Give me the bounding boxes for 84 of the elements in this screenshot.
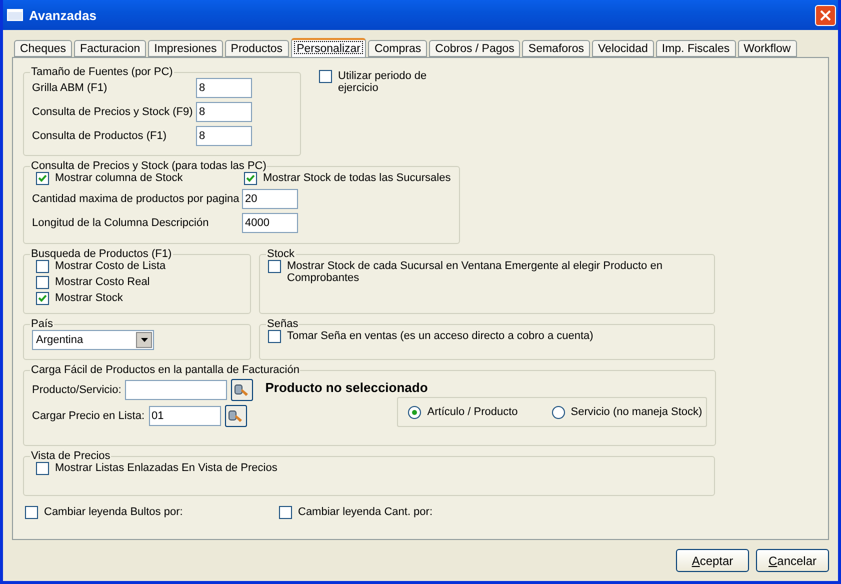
caret-icon	[140, 338, 148, 342]
search-icon	[228, 409, 244, 423]
field-label: Longitud de la Columna Descripción	[32, 217, 210, 229]
checkbox[interactable]: Cambiar leyenda Bultos por:	[25, 506, 279, 519]
checkbox-box[interactable]	[36, 292, 49, 305]
tab[interactable]: Semaforos	[522, 40, 590, 57]
input-field[interactable]: 01	[148, 406, 220, 426]
status-text: Producto no seleccionado	[265, 380, 429, 395]
checkbox-label: Mostrar Costo Real	[55, 276, 150, 288]
checkbox-box[interactable]	[268, 330, 281, 343]
checkbox[interactable]: Tomar Seña en ventas (es un acceso directo a cobro a cuenta)	[268, 330, 706, 343]
field-label: Grilla ABM (F1)	[32, 82, 108, 94]
radio-button[interactable]	[552, 406, 565, 418]
checkbox-label: Cambiar leyenda Cant. por:	[298, 506, 433, 518]
dropdown-button[interactable]	[136, 332, 152, 348]
checkbox-label: Mostrar Listas Enlazadas En Vista de Precios	[55, 462, 278, 474]
checkbox[interactable]: Mostrar columna de Stock	[36, 172, 244, 185]
window-icon	[7, 9, 23, 21]
radio-label: Artículo / Producto	[427, 406, 518, 418]
group-title: Vista de Precios	[30, 450, 112, 462]
checkbox-box[interactable]	[25, 506, 38, 519]
checkbox-box[interactable]	[36, 276, 49, 289]
group-title: Señas	[266, 318, 300, 330]
group-title: Tamaño de Fuentes (por PC)	[30, 66, 174, 78]
group-title: Carga Fácil de Productos en la pantalla de Facturación	[30, 364, 300, 376]
input-field[interactable]: 8	[196, 102, 252, 122]
close-icon	[820, 10, 831, 20]
checkbox-label: Cambiar leyenda Bultos por:	[44, 506, 183, 518]
field-label: Cargar Precio en Lista:	[32, 410, 144, 422]
tab[interactable]: Compras	[368, 40, 428, 57]
checkbox-label: Mostrar Stock	[55, 292, 123, 304]
tab[interactable]: Facturacion	[74, 40, 146, 57]
field-label: Producto/Servicio:	[32, 384, 122, 396]
tab[interactable]: Cobros / Pagos	[429, 40, 520, 57]
checkbox-box[interactable]	[268, 260, 281, 273]
tab[interactable]: Personalizar	[290, 38, 366, 57]
checkbox[interactable]: Mostrar Costo Real	[36, 276, 242, 289]
checkbox-label: Mostrar Costo de Lista	[55, 260, 166, 272]
checkbox-box[interactable]	[36, 462, 49, 475]
radio-option[interactable]: Servicio (no maneja Stock)	[552, 406, 702, 418]
field-label: Cantidad maxima de productos por pagina	[32, 193, 238, 205]
checkbox-box[interactable]	[244, 172, 257, 185]
input-field[interactable]: 4000	[242, 213, 298, 233]
checkbox[interactable]: Mostrar Stock de todas las Sucursales	[244, 172, 451, 185]
tab[interactable]: Cheques	[14, 40, 72, 57]
group-title: Busqueda de Productos (F1)	[30, 248, 173, 260]
close-button[interactable]	[815, 4, 836, 26]
checkbox[interactable]: Mostrar Costo de Lista	[36, 260, 242, 273]
checkbox-box[interactable]	[279, 506, 292, 519]
tab[interactable]: Workflow	[738, 40, 797, 57]
checkbox[interactable]: Utilizar periodo de ejercicio	[319, 70, 448, 94]
input-field[interactable]: 20	[242, 189, 298, 209]
checkbox-box[interactable]	[36, 260, 49, 273]
radio-button[interactable]	[408, 406, 422, 418]
checkbox-label: Tomar Seña en ventas (es un acceso directo a cobro a cuenta)	[287, 330, 594, 342]
group-title: País	[30, 318, 54, 330]
checkbox-box[interactable]	[36, 172, 49, 185]
country-dropdown[interactable]: Argentina	[32, 330, 154, 350]
checkbox-label: Mostrar Stock de todas las Sucursales	[263, 172, 451, 184]
lookup-button[interactable]	[231, 379, 254, 401]
window-title: Avanzadas	[29, 8, 98, 22]
checkbox[interactable]: Cambiar leyenda Cant. por:	[279, 506, 533, 519]
checkbox[interactable]: Mostrar Stock	[36, 292, 242, 305]
lookup-button[interactable]	[224, 405, 246, 427]
input-field[interactable]	[125, 380, 228, 400]
checkbox-box[interactable]	[319, 70, 332, 83]
tab[interactable]: Productos	[224, 40, 289, 57]
field-label: Consulta de Productos (F1)	[32, 130, 168, 142]
checkbox-label: Utilizar periodo de ejercicio	[338, 70, 428, 94]
tab[interactable]: Impresiones	[148, 40, 223, 57]
dialog-button[interactable]: Aceptar	[676, 549, 749, 572]
field-label: Consulta de Precios y Stock (F9)	[32, 106, 192, 118]
radio-label: Servicio (no maneja Stock)	[570, 406, 702, 418]
checkbox-label: Mostrar columna de Stock	[55, 172, 183, 184]
tab[interactable]: Velocidad	[592, 40, 654, 57]
input-field[interactable]: 8	[196, 78, 252, 98]
dialog-button[interactable]: Cancelar	[756, 549, 829, 572]
input-field[interactable]: 8	[196, 126, 252, 146]
checkbox[interactable]: Mostrar Listas Enlazadas En Vista de Precios	[36, 462, 706, 475]
radio-option[interactable]: Artículo / Producto	[408, 406, 518, 418]
tab[interactable]: Imp. Fiscales	[656, 40, 736, 57]
search-icon	[234, 383, 250, 397]
group-title: Consulta de Precios y Stock (para todas las PC)	[30, 160, 268, 172]
group-title: Stock	[266, 248, 296, 260]
